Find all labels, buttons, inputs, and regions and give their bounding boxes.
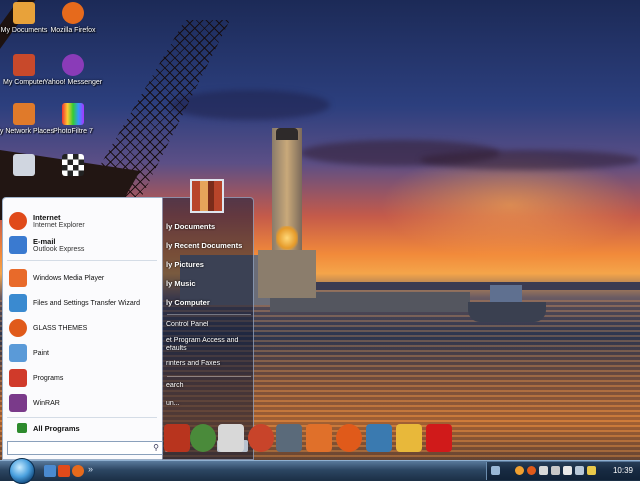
yahoo-messenger-icon bbox=[62, 54, 84, 76]
desktop-icon-label: PhotoFiltre 7 bbox=[53, 128, 93, 135]
recent-item-transfer-wizard[interactable]: Files and Settings Transfer Wizard bbox=[9, 294, 140, 312]
recent-item-label: Programs bbox=[33, 374, 64, 382]
media-player-icon bbox=[9, 269, 27, 287]
pinned-item-subtitle: Outlook Express bbox=[33, 245, 85, 253]
photofiltre-icon bbox=[62, 103, 84, 125]
all-programs-button[interactable]: All Programs bbox=[33, 424, 80, 433]
dock-firefox-icon[interactable] bbox=[336, 424, 362, 452]
dock-app-red-icon[interactable] bbox=[164, 424, 190, 452]
right-item-printers[interactable]: rinters and Faxes bbox=[163, 360, 255, 367]
desktop-icon-firefox[interactable]: Mozilla Firefox bbox=[43, 2, 103, 35]
start-menu-divider bbox=[7, 260, 157, 261]
right-item-program-access[interactable]: et Program Access and bbox=[163, 337, 255, 344]
tray-app-icon[interactable] bbox=[527, 466, 536, 475]
network-icon bbox=[13, 103, 35, 125]
tray-drive-icon[interactable] bbox=[551, 466, 560, 475]
dock-film-icon[interactable] bbox=[276, 424, 302, 452]
dock-paint-icon[interactable] bbox=[396, 424, 422, 452]
recent-item-label: GLASS THEMES bbox=[33, 324, 88, 332]
firefox-icon bbox=[62, 2, 84, 24]
desktop-icon-yahoo-messenger[interactable]: Yahoo! Messenger bbox=[43, 54, 103, 87]
right-item-search[interactable]: earch bbox=[163, 382, 255, 389]
dock-photo-icon[interactable] bbox=[306, 424, 332, 452]
dock-network-icon[interactable] bbox=[366, 424, 392, 452]
pinned-item-email[interactable]: E-mail Outlook Express bbox=[9, 236, 84, 254]
user-picture[interactable] bbox=[190, 179, 224, 213]
glass-themes-icon bbox=[9, 319, 27, 337]
recent-item-label: Paint bbox=[33, 349, 49, 357]
lighthouse-base bbox=[258, 250, 316, 298]
lighthouse-top bbox=[276, 128, 298, 140]
recent-item-paint[interactable]: Paint bbox=[9, 344, 49, 362]
lighthouse-light bbox=[276, 226, 298, 250]
quicklaunch-ie-icon[interactable] bbox=[58, 465, 70, 477]
right-item-control-panel[interactable]: Control Panel bbox=[163, 321, 255, 328]
outlook-express-icon bbox=[9, 236, 27, 254]
dock-r-app-icon[interactable] bbox=[426, 424, 452, 452]
cloud bbox=[420, 150, 640, 170]
tray-network-icon[interactable] bbox=[491, 466, 500, 475]
paint-icon bbox=[9, 344, 27, 362]
start-menu-divider bbox=[7, 417, 157, 418]
pinned-item-title: E-mail bbox=[33, 236, 56, 246]
right-item-my-pictures[interactable]: ly Pictures bbox=[163, 260, 255, 269]
desktop-icon-label: Mozilla Firefox bbox=[50, 27, 96, 34]
winrar-icon bbox=[9, 394, 27, 412]
recent-item-media-player[interactable]: Windows Media Player bbox=[9, 269, 104, 287]
far-shore bbox=[300, 282, 640, 290]
search-icon: ⚲ bbox=[153, 443, 159, 452]
tray-messenger-icon[interactable] bbox=[515, 466, 524, 475]
dock-flash-icon[interactable] bbox=[218, 424, 244, 452]
right-item-my-computer[interactable]: ly Computer bbox=[163, 298, 255, 307]
recent-item-winrar[interactable]: WinRAR bbox=[9, 394, 60, 412]
start-search-input[interactable]: ⚲ bbox=[7, 441, 163, 455]
right-item-program-access-line2: efaults bbox=[166, 345, 187, 352]
tray-window-icon[interactable] bbox=[539, 466, 548, 475]
cloud bbox=[170, 90, 330, 120]
clock[interactable]: 10:39 bbox=[613, 466, 633, 475]
all-programs-arrow-icon bbox=[17, 423, 27, 433]
folder-documents-icon bbox=[13, 2, 35, 24]
right-item-recent-documents[interactable]: ly Recent Documents bbox=[163, 241, 255, 250]
computer-icon bbox=[13, 54, 35, 76]
quicklaunch-overflow[interactable]: » bbox=[88, 464, 93, 474]
desktop-icon-checker-app[interactable] bbox=[43, 154, 103, 178]
pinned-item-internet[interactable]: Internet Internet Explorer bbox=[9, 212, 85, 230]
dock bbox=[164, 420, 454, 456]
system-tray: 10:39 bbox=[486, 462, 640, 480]
start-menu-left-pane: Internet Internet Explorer E-mail Outloo… bbox=[2, 197, 163, 460]
start-button[interactable] bbox=[9, 458, 35, 484]
tray-volume-icon[interactable] bbox=[563, 466, 572, 475]
boat bbox=[468, 302, 546, 322]
desktop-icon-photofiltre[interactable]: PhotoFiltre 7 bbox=[43, 103, 103, 136]
right-item-my-music[interactable]: ly Music bbox=[163, 279, 255, 288]
recent-item-label: WinRAR bbox=[33, 399, 60, 407]
pinned-item-subtitle: Internet Explorer bbox=[33, 221, 85, 229]
dock-disc-icon[interactable] bbox=[248, 424, 274, 452]
tray-display-icon[interactable] bbox=[575, 466, 584, 475]
programs-icon bbox=[9, 369, 27, 387]
checker-app-icon bbox=[62, 154, 84, 176]
recent-item-label: Windows Media Player bbox=[33, 274, 105, 282]
internet-explorer-icon bbox=[9, 212, 27, 230]
recent-item-glass-themes[interactable]: GLASS THEMES bbox=[9, 319, 87, 337]
quicklaunch-firefox-icon[interactable] bbox=[72, 465, 84, 477]
taskbar: » 10:39 bbox=[0, 458, 640, 484]
recent-item-label: Files and Settings Transfer Wizard bbox=[33, 299, 140, 307]
transfer-wizard-icon bbox=[9, 294, 27, 312]
right-pane-divider bbox=[167, 314, 251, 315]
recycle-bin-icon bbox=[13, 154, 35, 176]
show-desktop-icon[interactable] bbox=[44, 465, 56, 477]
pinned-item-title: Internet bbox=[33, 212, 61, 222]
dock-globe-icon[interactable] bbox=[190, 424, 216, 452]
tray-security-icon[interactable] bbox=[587, 466, 596, 475]
right-item-my-documents[interactable]: ly Documents bbox=[163, 222, 255, 231]
desktop-icon-label: Yahoo! Messenger bbox=[43, 79, 103, 86]
right-item-run[interactable]: un... bbox=[163, 400, 255, 407]
right-pane-divider bbox=[167, 376, 251, 377]
boat-cabin bbox=[490, 285, 522, 303]
recent-item-programs[interactable]: Programs bbox=[9, 369, 63, 387]
